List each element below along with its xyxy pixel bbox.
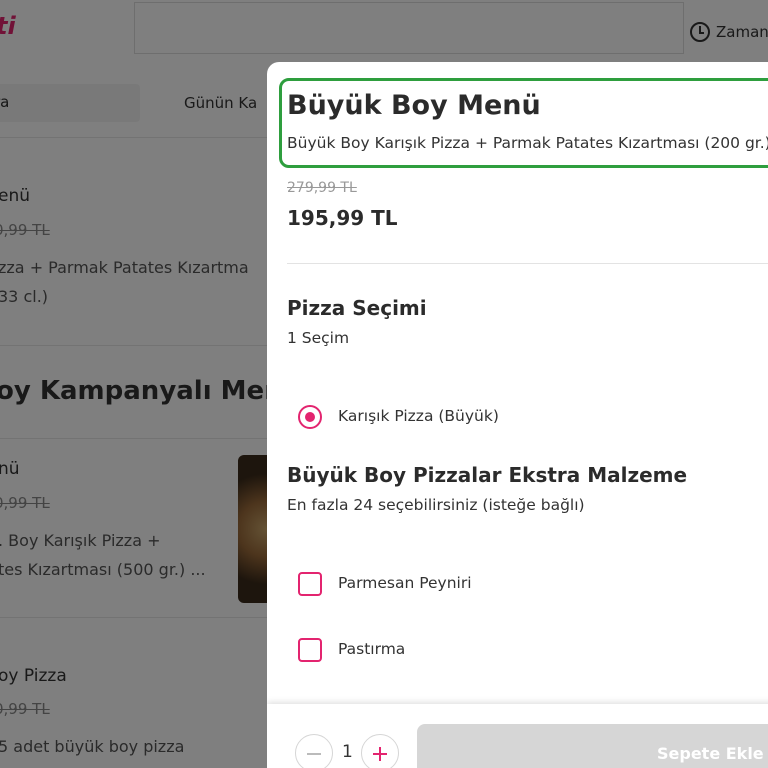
extra-option-label[interactable]: Pastırma: [338, 640, 405, 658]
pizza-section-title: Pizza Seçimi: [287, 296, 427, 320]
quantity-increase-button[interactable]: [361, 734, 399, 768]
quantity-decrease-button[interactable]: [295, 734, 333, 768]
product-modal: Büyük Boy Menü Büyük Boy Karışık Pizza +…: [267, 62, 768, 768]
extras-section-subtitle: En fazla 24 seçebilirsiniz (isteğe bağlı…: [287, 496, 585, 514]
quantity-value: 1: [342, 742, 353, 762]
pizza-option-radio[interactable]: [298, 405, 322, 429]
modal-footer: 1 Sepete Ekle: [267, 704, 768, 768]
extras-section-title: Büyük Boy Pizzalar Ekstra Malzeme: [287, 463, 688, 487]
pizza-section-subtitle: 1 Seçim: [287, 329, 350, 347]
modal-description: Büyük Boy Karışık Pizza + Parmak Patates…: [287, 134, 768, 152]
modal-price: 195,99 TL: [287, 206, 398, 230]
divider: [287, 263, 768, 264]
modal-old-price: 279,99 TL: [287, 180, 357, 196]
extra-option-label[interactable]: Parmesan Peyniri: [338, 574, 472, 592]
modal-title: Büyük Boy Menü: [287, 90, 541, 121]
pizza-option-label[interactable]: Karışık Pizza (Büyük): [338, 407, 499, 425]
extra-option-checkbox[interactable]: [298, 572, 322, 596]
minus-icon: [307, 753, 321, 755]
add-to-cart-label: Sepete Ekle: [657, 744, 764, 763]
extra-option-checkbox[interactable]: [298, 638, 322, 662]
add-to-cart-button[interactable]: Sepete Ekle: [417, 724, 768, 768]
